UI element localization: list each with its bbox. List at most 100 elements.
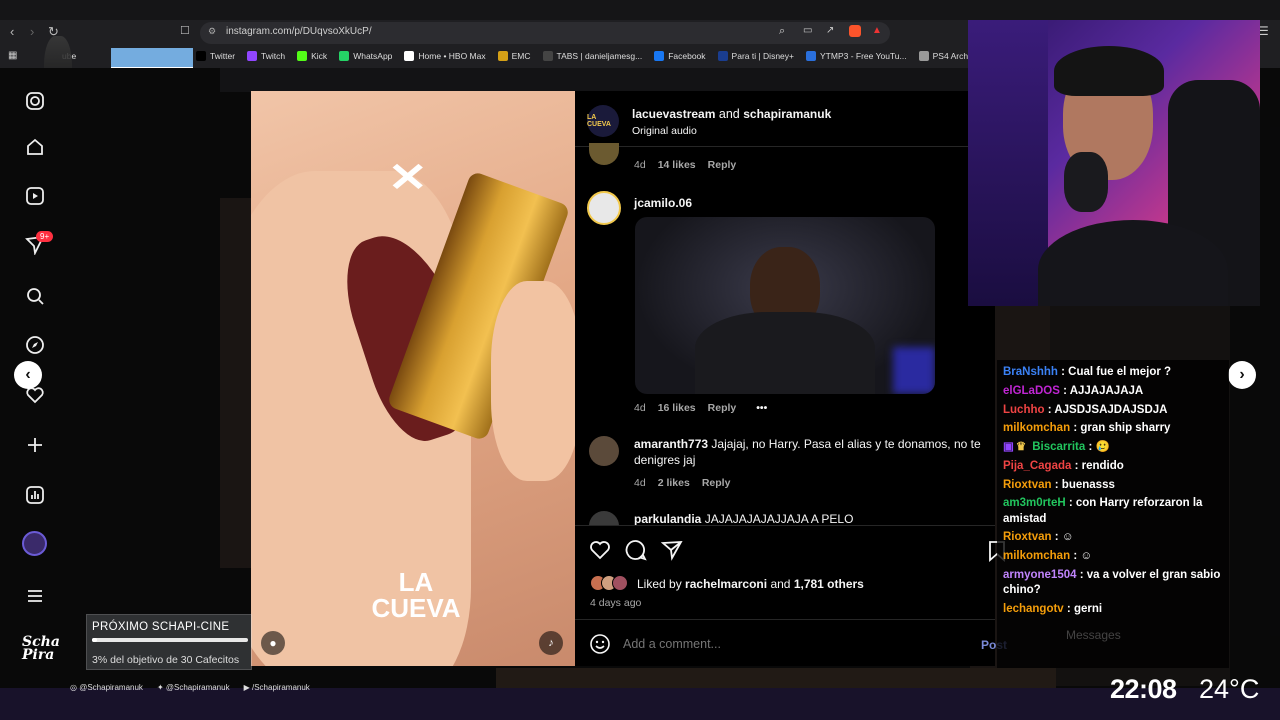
more-menu-icon[interactable]: [22, 583, 48, 609]
bookmark-tabs[interactable]: TABS | danieljamesg...: [542, 51, 642, 61]
cine-subtitle: 3% del objetivo de 30 Cafecitos: [92, 654, 240, 666]
and-text: and: [718, 107, 740, 121]
facebook-icon: [654, 51, 665, 61]
x-icon: [196, 51, 206, 61]
bookmark-label: Kick: [311, 51, 328, 61]
post-media[interactable]: ✕ LA CUEVA ● ♪: [251, 91, 575, 666]
cast-icon[interactable]: ▭: [803, 25, 812, 36]
cine-title: PRÓXIMO SCHAPI-CINE: [92, 621, 230, 633]
brave-shield-icon[interactable]: [849, 25, 861, 37]
site-info-icon[interactable]: ⚙: [208, 26, 216, 37]
tab-strip: [0, 0, 1280, 20]
chat-text: : AJJAJAJAJA: [1063, 384, 1144, 397]
comment-username[interactable]: amaranth773: [634, 437, 708, 451]
share-icon[interactable]: ↗: [826, 25, 834, 36]
stream-clock: 22:08: [1110, 674, 1177, 704]
comment-body: amaranth773 Jajajaj, no Harry. Pasa el a…: [634, 437, 986, 469]
instagram-icon: ◎: [70, 683, 77, 692]
chat-username[interactable]: elGLaDOS: [1003, 385, 1060, 397]
chat-username[interactable]: Biscarrita: [1032, 441, 1085, 453]
bookmark-label: Para ti | Disney+: [731, 51, 794, 61]
comment-bubble-icon[interactable]: [625, 539, 647, 566]
bookmark-kick[interactable]: Kick: [297, 51, 327, 61]
bookmark-x[interactable]: Twitter: [196, 51, 235, 61]
forward-icon[interactable]: ›: [30, 24, 34, 39]
tag-user-icon[interactable]: ●: [261, 631, 285, 655]
comment-meta: 4d 14 likes Reply: [634, 159, 736, 171]
chat-username[interactable]: Rioxtvan: [1003, 479, 1052, 491]
back-icon[interactable]: ‹: [10, 24, 14, 39]
bookmark-facebook[interactable]: Facebook: [654, 51, 706, 61]
bookmark-twitch[interactable]: Twitch: [247, 51, 285, 61]
reply-button[interactable]: Reply: [708, 402, 737, 414]
explore-icon[interactable]: [22, 332, 48, 358]
search-icon[interactable]: [22, 283, 48, 309]
home-icon[interactable]: [22, 134, 48, 160]
youtube-icon: ▶: [243, 683, 250, 692]
liked-user[interactable]: rachelmarconi: [685, 577, 767, 591]
chat-message: Pija_Cagada : rendido: [997, 459, 1229, 474]
chat-username[interactable]: Rioxtvan: [1003, 531, 1052, 543]
url-text[interactable]: instagram.com/p/DUqvsoXkUcP/: [226, 26, 372, 37]
comment-likes[interactable]: 14 likes: [658, 159, 696, 171]
ps4-icon: [918, 51, 929, 61]
chat-username[interactable]: milkomchan: [1003, 550, 1070, 562]
comment-options-icon[interactable]: •••: [756, 402, 767, 414]
instagram-logo-icon[interactable]: [22, 88, 48, 114]
comment-likes[interactable]: 2 likes: [658, 477, 690, 489]
bookmark-label: Facebook: [668, 51, 706, 61]
next-post-button[interactable]: ›: [1228, 361, 1256, 389]
chat-username[interactable]: armyone1504: [1003, 569, 1077, 581]
zoom-icon[interactable]: ⌕: [779, 25, 785, 38]
comment-likes[interactable]: 16 likes: [658, 402, 696, 414]
chat-username[interactable]: milkomchan: [1003, 422, 1070, 434]
tabs-icon: [542, 51, 553, 61]
original-audio-link[interactable]: Original audio: [632, 125, 697, 137]
post-author-avatar[interactable]: LA CUEVA: [587, 105, 619, 137]
author-lacuevastream[interactable]: lacuevastream: [632, 107, 715, 121]
chat-username[interactable]: Pija_Cagada: [1003, 460, 1071, 472]
comment-username[interactable]: parkulandia: [634, 512, 701, 525]
rewards-icon[interactable]: ▲: [872, 25, 882, 36]
prev-post-button[interactable]: ‹: [14, 361, 42, 389]
chat-text: : Cual fue el mejor ?: [1061, 366, 1172, 378]
profile-avatar[interactable]: [22, 531, 47, 556]
comment-time: 4d: [634, 159, 646, 171]
comment-gif[interactable]: [635, 217, 935, 394]
comment-avatar[interactable]: [589, 143, 619, 165]
twitch-icon: [247, 51, 258, 61]
bookmark-whatsapp[interactable]: WhatsApp: [339, 51, 392, 61]
chat-username[interactable]: am3m0rteH: [1003, 497, 1066, 509]
audio-icon[interactable]: ♪: [539, 631, 563, 655]
reply-button[interactable]: Reply: [708, 159, 737, 171]
author-schapiramanuk[interactable]: schapiramanuk: [743, 107, 831, 121]
bookmark-hbo[interactable]: Home • HBO Max: [404, 51, 486, 61]
comment-meta: 4d 2 likes Reply: [634, 477, 730, 489]
bookmark-label: Twitch: [261, 51, 286, 61]
dashboard-icon[interactable]: [22, 482, 48, 508]
reply-button[interactable]: Reply: [702, 477, 731, 489]
chat-username[interactable]: BraNshhh: [1003, 366, 1058, 378]
comment-avatar[interactable]: [589, 511, 619, 525]
hair-shape: [1054, 46, 1164, 96]
chat-message: ▣ ♛ Biscarrita : 🥲: [997, 440, 1229, 455]
bookmark-label: EMC: [511, 51, 531, 61]
comment-avatar[interactable]: [589, 436, 619, 466]
bookmark-disney[interactable]: Para ti | Disney+: [717, 51, 794, 61]
add-comment-input[interactable]: [623, 634, 963, 654]
like-heart-icon[interactable]: [589, 539, 611, 566]
liked-by-avatars[interactable]: [590, 575, 628, 591]
bookmark-ytmp3[interactable]: YTMP3 - Free YouTu...: [806, 51, 907, 61]
chat-username[interactable]: lechangotv: [1003, 603, 1064, 615]
create-icon[interactable]: [22, 432, 48, 458]
bookmark-emc[interactable]: EMC: [497, 51, 531, 61]
crown-badge-icon: ♛: [1015, 441, 1027, 454]
liked-others[interactable]: 1,781 others: [794, 577, 864, 591]
comment-avatar[interactable]: [587, 191, 621, 225]
send-icon[interactable]: [660, 539, 683, 566]
bookmark-icon[interactable]: ☐: [180, 24, 190, 37]
reels-icon[interactable]: [22, 183, 48, 209]
emoji-icon[interactable]: [589, 633, 611, 660]
comment-username[interactable]: jcamilo.06: [634, 196, 692, 210]
chat-username[interactable]: Luchho: [1003, 404, 1045, 416]
